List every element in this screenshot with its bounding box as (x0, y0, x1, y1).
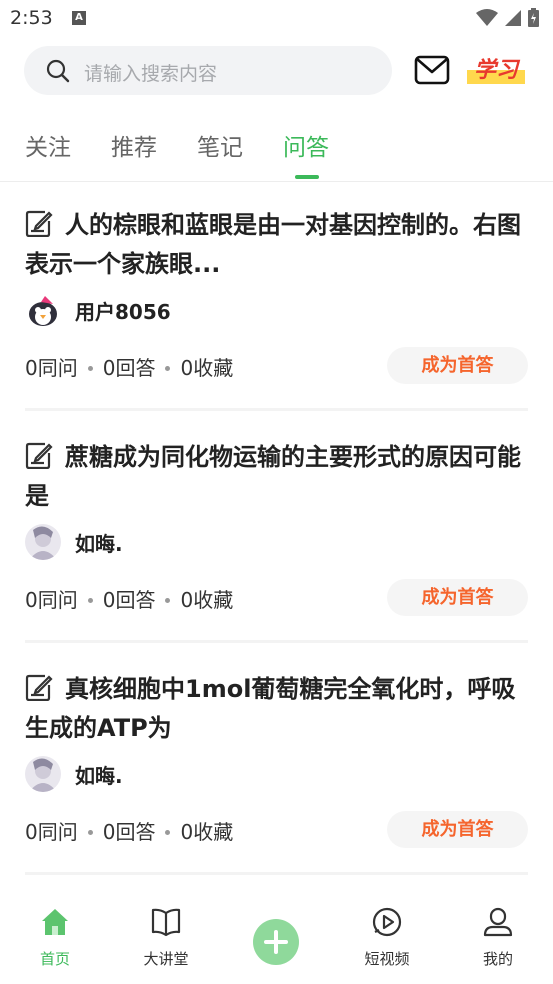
category-tabs: 关注 推荐 笔记 问答 (0, 122, 553, 182)
tab-notes[interactable]: 笔记 (197, 128, 243, 162)
status-bar: 2:53 A (0, 0, 553, 36)
home-icon (42, 909, 68, 935)
question-stats: 0同问 0回答 0收藏 (25, 352, 233, 381)
answer-count: 0回答 (102, 820, 156, 844)
tab-qa[interactable]: 问答 (283, 128, 329, 162)
edit-note-icon (25, 674, 53, 701)
nav-home[interactable]: 首页 (20, 906, 90, 969)
question-title: 人的棕眼和蓝眼是由一对基因控制的。右图表示一个家族眼... (25, 211, 521, 278)
search-input[interactable]: 请输入搜索内容 (24, 46, 392, 95)
nav-short-video-label: 短视频 (364, 950, 410, 968)
edit-note-icon (25, 210, 53, 237)
divider (25, 408, 528, 411)
nav-short-video[interactable]: 短视频 (352, 906, 422, 969)
author-name: 如晦. (75, 531, 123, 556)
notification-a-icon: A (72, 11, 86, 25)
add-post-button[interactable] (253, 919, 299, 965)
avatar (25, 524, 61, 560)
same-question-count: 0同问 (25, 356, 78, 380)
nav-home-label: 首页 (39, 950, 70, 968)
search-placeholder: 请输入搜索内容 (84, 63, 218, 85)
tab-recommend[interactable]: 推荐 (111, 128, 157, 162)
avatar (25, 756, 61, 792)
question-author[interactable]: 如晦. (25, 524, 123, 560)
same-question-count: 0同问 (25, 820, 78, 844)
video-play-icon (372, 907, 402, 937)
wifi-icon (476, 8, 498, 26)
author-name: 用户8056 (75, 299, 171, 324)
answer-count: 0回答 (102, 588, 156, 612)
book-icon (151, 908, 181, 937)
same-question-count: 0同问 (25, 588, 78, 612)
plus-icon (264, 930, 288, 954)
bottom-nav: 首页 大讲堂 短视频 我的 (0, 880, 553, 984)
be-first-answer-button[interactable]: 成为首答 (387, 347, 528, 384)
divider (25, 640, 528, 643)
user-icon (483, 907, 513, 937)
status-time: 2:53 (10, 7, 53, 29)
divider (25, 872, 528, 875)
nav-profile[interactable]: 我的 (463, 906, 533, 969)
nav-lecture-hall[interactable]: 大讲堂 (131, 906, 201, 969)
battery-icon (528, 8, 539, 27)
search-icon (46, 59, 70, 83)
active-tab-indicator (295, 175, 319, 179)
tab-follow[interactable]: 关注 (25, 128, 71, 162)
favorite-count: 0收藏 (180, 588, 234, 612)
answer-count: 0回答 (102, 356, 156, 380)
question-stats: 0同问 0回答 0收藏 (25, 584, 233, 613)
question-author[interactable]: 如晦. (25, 756, 123, 792)
svg-text:学习: 学习 (474, 57, 521, 83)
divider (0, 181, 553, 182)
be-first-answer-button[interactable]: 成为首答 (387, 811, 528, 848)
nav-lecture-hall-label: 大讲堂 (143, 950, 189, 968)
edit-note-icon (25, 442, 53, 469)
favorite-count: 0收藏 (180, 820, 234, 844)
mail-icon[interactable] (414, 55, 450, 85)
question-title: 真核细胞中1mol葡萄糖完全氧化时，呼吸生成的ATP为 (25, 675, 516, 742)
signal-icon (505, 9, 521, 26)
nav-profile-label: 我的 (482, 950, 513, 968)
be-first-answer-button[interactable]: 成为首答 (387, 579, 528, 616)
avatar (25, 292, 61, 328)
favorite-count: 0收藏 (180, 356, 234, 380)
question-title: 蔗糖成为同化物运输的主要形式的原因可能是 (25, 443, 521, 510)
author-name: 如晦. (75, 763, 123, 788)
study-logo[interactable]: 学习 (466, 54, 526, 86)
question-author[interactable]: 用户8056 (25, 292, 171, 328)
question-stats: 0同问 0回答 0收藏 (25, 816, 233, 845)
